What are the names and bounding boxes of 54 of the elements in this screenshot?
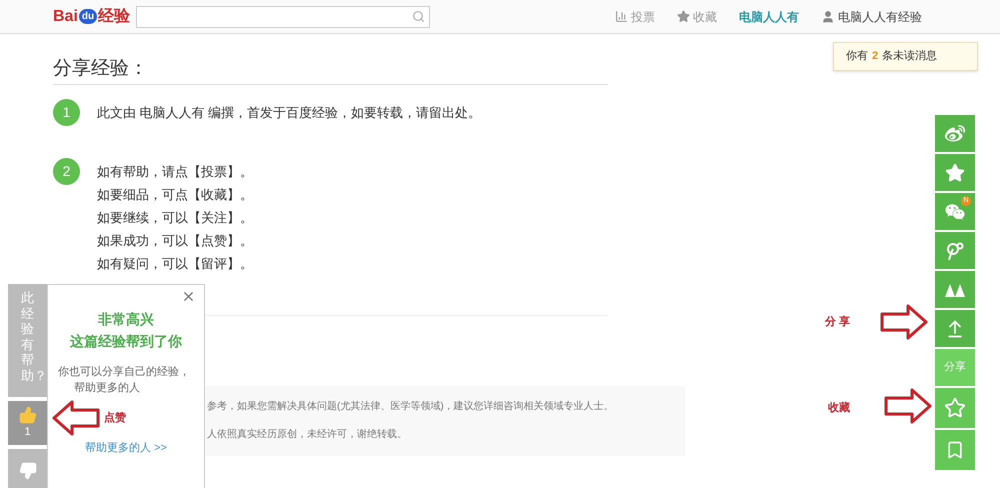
bar-chart-icon — [615, 10, 628, 23]
share-bar-button[interactable] — [935, 430, 975, 470]
weibo-icon — [945, 124, 965, 144]
share-bar-button[interactable] — [935, 310, 975, 347]
popup-heading: 这篇经验帮到了你 — [70, 332, 182, 351]
star-icon — [677, 10, 690, 23]
search-field[interactable] — [136, 6, 430, 28]
annotation-arrow — [880, 304, 928, 340]
close-icon — [181, 289, 196, 304]
notice-text: 参考，如果您需解决具体问题(尤其法律、医学等领域)，建议您详细咨询相关领域专业人士。 — [207, 400, 615, 414]
step-text: 如有疑问，可以【留评】。 — [97, 255, 253, 273]
annotation-arrow — [52, 400, 100, 436]
step-text: 如有帮助，请点【投票】。 — [97, 163, 253, 181]
share-bar-button[interactable] — [935, 232, 975, 269]
tencent-weibo-icon — [945, 240, 965, 260]
notice-text: 人依照真实经历原创，未经许可，谢绝转载。 — [207, 428, 408, 442]
nav-link[interactable]: 投票 — [615, 8, 655, 26]
share-bar-button[interactable] — [935, 115, 975, 152]
annotation-label: 收藏 — [828, 400, 850, 416]
step-text: 如要细品，可点【收藏】。 — [97, 186, 253, 204]
brand-link[interactable]: 电脑人人有 — [739, 8, 799, 26]
user-link[interactable]: 电脑人人有经验 — [821, 8, 922, 26]
step-text: 如果成功，可以【点赞】。 — [97, 232, 253, 250]
share-bar-button[interactable] — [935, 388, 975, 428]
section-title: 分享经验： — [53, 56, 608, 85]
like-button[interactable]: 1 — [8, 401, 47, 445]
nav-link[interactable]: 收藏 — [677, 8, 717, 26]
step-number: 2 — [53, 158, 80, 185]
search-icon — [412, 10, 426, 23]
step-text: 如要继续，可以【关注】。 — [97, 209, 253, 227]
helpful-question: 此经验有帮助？ — [8, 284, 47, 397]
popup-text: 帮助更多的人 — [73, 381, 141, 396]
message-tooltip[interactable]: 你有 2 条未读消息 — [833, 42, 978, 71]
help-link[interactable]: 帮助更多的人 >> — [85, 440, 167, 456]
thumbs-up-icon — [18, 406, 36, 424]
popup-text: 你也可以分享自己的经验， — [58, 364, 190, 380]
step-number: 1 — [53, 99, 80, 126]
user-icon — [821, 10, 835, 24]
share-bar-button[interactable] — [935, 154, 975, 191]
annotation-label: 点赞 — [104, 410, 126, 426]
thumbs-down-icon — [18, 462, 36, 480]
popup-heading: 非常高兴 — [98, 310, 154, 329]
share-label[interactable]: 分享 — [935, 349, 975, 386]
renren-icon — [944, 282, 966, 298]
star-icon — [944, 397, 966, 419]
close-button[interactable] — [181, 289, 196, 304]
logo[interactable]: Bai du 经验 — [53, 4, 130, 28]
chat-bubbles-icon — [945, 202, 965, 222]
share-bar-button[interactable] — [935, 271, 975, 308]
annotation-label: 分享 — [825, 314, 853, 330]
star-icon — [945, 162, 965, 182]
dislike-button[interactable] — [8, 449, 47, 488]
step-text: 此文由 电脑人人有 编撰，首发于百度经验，如要转载，请留出处。 — [97, 104, 482, 122]
annotation-arrow — [884, 388, 932, 424]
